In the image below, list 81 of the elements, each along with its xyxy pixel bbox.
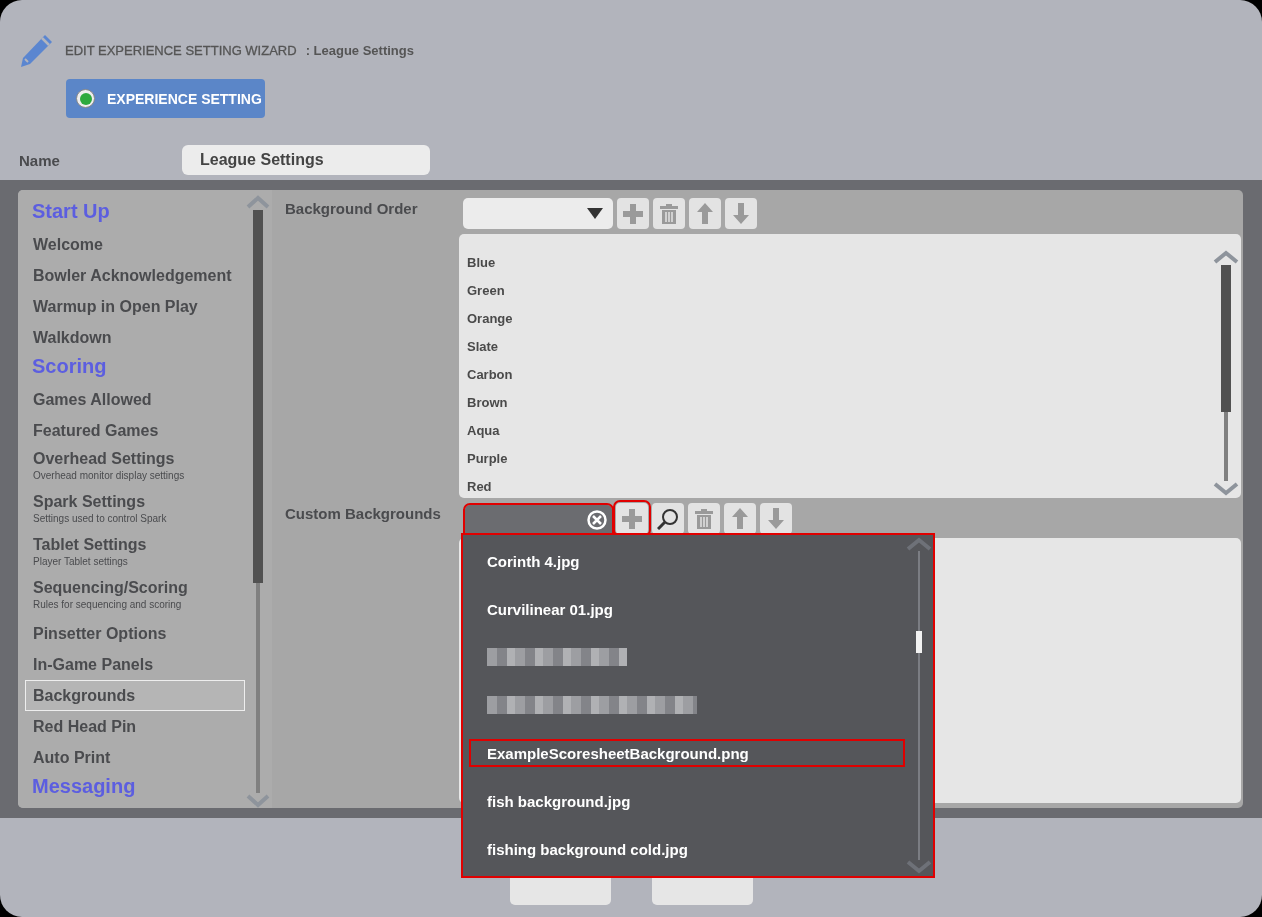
- sidebar-item-label: Auto Print: [33, 747, 112, 768]
- section-label: Background Order: [285, 199, 419, 217]
- dropdown-option[interactable]: fishing background cold.jpg: [469, 825, 905, 873]
- sidebar-item-label: Games Allowed: [33, 389, 153, 410]
- sidebar-item[interactable]: Pinsetter Options: [25, 618, 245, 649]
- sidebar-item[interactable]: Red Head Pin: [25, 711, 245, 742]
- sidebar-item-label: Featured Games: [33, 420, 160, 441]
- scroll-down-icon[interactable]: [906, 860, 932, 874]
- sidebar-item-label: Backgrounds: [33, 685, 137, 706]
- sidebar-item[interactable]: Warmup in Open Play: [25, 291, 245, 322]
- sidebar-item-label: Tablet Settings: [33, 535, 148, 555]
- list-item[interactable]: Aqua: [467, 417, 1211, 445]
- sidebar-item[interactable]: Welcome: [25, 229, 245, 260]
- sidebar-item-label: Pinsetter Options: [33, 623, 168, 644]
- plus-icon: [623, 203, 643, 224]
- scroll-up-icon[interactable]: [1213, 250, 1239, 264]
- plus-icon: [622, 508, 642, 529]
- dropdown-option[interactable]: Corinth 4.jpg: [469, 537, 905, 585]
- sidebar-item-label: Spark Settings: [33, 492, 147, 512]
- scroll-down-icon[interactable]: [1213, 482, 1239, 496]
- scroll-down-icon[interactable]: [245, 794, 270, 808]
- scrollbar[interactable]: [1224, 265, 1228, 481]
- trash-icon: [660, 203, 678, 224]
- name-label: Name: [18, 151, 61, 169]
- sidebar-item-label: Walkdown: [33, 327, 113, 348]
- sidebar-item[interactable]: Walkdown: [25, 322, 245, 353]
- list-item[interactable]: Blue: [467, 249, 1211, 277]
- section-heading: Messaging: [31, 774, 137, 799]
- scroll-up-icon[interactable]: [906, 537, 932, 551]
- sidebar-item[interactable]: Sequencing/Scoring Rules for sequencing and scoring: [25, 575, 245, 618]
- name-field[interactable]: League Settings: [182, 145, 430, 175]
- trash-icon: [695, 508, 713, 529]
- sidebar-item-label: Bowler Acknowledgement: [33, 265, 233, 286]
- wizard-title: EDIT EXPERIENCE SETTING WIZARD: [65, 42, 297, 58]
- sidebar-item[interactable]: In-Game Panels: [25, 649, 245, 680]
- sidebar-item-description: Overhead monitor display settings: [33, 469, 186, 483]
- list-item[interactable]: Brown: [467, 389, 1211, 417]
- sidebar-item[interactable]: Overhead Settings Overhead monitor display settings: [25, 446, 245, 489]
- wizard-subtitle: : League Settings: [305, 42, 414, 58]
- dropdown-option[interactable]: Curvilinear 01.jpg: [469, 585, 905, 633]
- list-item[interactable]: Green: [467, 277, 1211, 305]
- dropdown-option[interactable]: ExampleScoresheetBackground.png: [469, 739, 905, 767]
- down-arrow-icon: [768, 508, 784, 529]
- list-item[interactable]: Slate: [467, 333, 1211, 361]
- sidebar-item-description: Player Tablet settings: [33, 555, 129, 569]
- sidebar-item[interactable]: Tablet Settings Player Tablet settings: [25, 532, 245, 575]
- sidebar-item-description: Rules for sequencing and scoring: [33, 598, 183, 612]
- sidebar-item[interactable]: Featured Games: [25, 415, 245, 446]
- search-icon: [657, 507, 679, 530]
- sidebar-item[interactable]: Games Allowed: [25, 384, 245, 415]
- step-tab[interactable]: EXPERIENCE SETTING: [66, 79, 265, 118]
- toolbar-button[interactable]: [652, 503, 684, 534]
- down-arrow-icon: [733, 203, 749, 224]
- section-label: Custom Backgrounds: [285, 504, 442, 522]
- sidebar-item[interactable]: Auto Print: [25, 742, 245, 773]
- section-heading: Start Up: [31, 199, 111, 224]
- search-field[interactable]: [465, 505, 612, 535]
- scrollbar[interactable]: [255, 210, 260, 793]
- dropdown-field[interactable]: [463, 198, 613, 229]
- sidebar-item-label: Sequencing/Scoring: [33, 578, 189, 598]
- clear-icon[interactable]: [587, 510, 607, 530]
- list-item[interactable]: Red: [467, 473, 1211, 501]
- section-heading: Scoring: [31, 354, 108, 379]
- sidebar-item[interactable]: Bowler Acknowledgement: [25, 260, 245, 291]
- sidebar-item-label: Warmup in Open Play: [33, 296, 199, 317]
- list-item[interactable]: Carbon: [467, 361, 1211, 389]
- sidebar-item[interactable]: Spark Settings Settings used to control Spark: [25, 489, 245, 532]
- dropdown-option[interactable]: fish background.jpg: [469, 777, 905, 825]
- sidebar-item-label: Welcome: [33, 234, 104, 255]
- list-item[interactable]: Orange: [467, 305, 1211, 333]
- sidebar-item-label: Red Head Pin: [33, 716, 138, 737]
- up-arrow-icon: [732, 508, 748, 529]
- scrollbar[interactable]: [918, 551, 920, 860]
- sidebar-item[interactable]: Backgrounds: [25, 680, 245, 711]
- list-item[interactable]: Purple: [467, 445, 1211, 473]
- scroll-up-icon[interactable]: [245, 195, 270, 209]
- sidebar-item-label: In-Game Panels: [33, 654, 155, 675]
- sidebar-item-description: Settings used to control Spark: [33, 512, 168, 526]
- sidebar-item-label: Overhead Settings: [33, 449, 176, 469]
- up-arrow-icon: [697, 203, 713, 224]
- dropdown-arrow-icon: [587, 208, 603, 219]
